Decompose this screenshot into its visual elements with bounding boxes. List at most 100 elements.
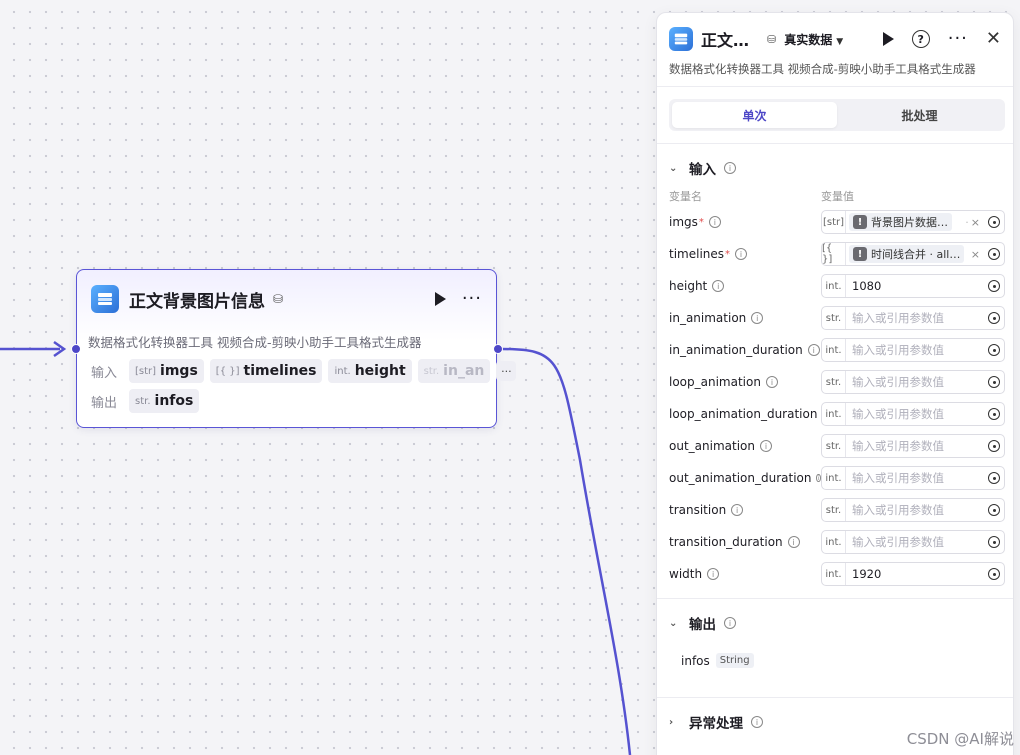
info-icon: i	[712, 280, 725, 292]
param-value-in-animation-duration[interactable]: int. 输入或引用参数值	[821, 338, 1005, 362]
panel-description: 数据格式化转换器工具 视频合成-剪映小助手工具格式生成器	[669, 62, 976, 76]
panel-app-icon	[669, 27, 693, 51]
node-more-icon[interactable]: ···	[462, 290, 482, 308]
param-name: imgs * i	[669, 215, 821, 229]
clear-icon[interactable]: ×	[971, 248, 980, 261]
param-value-out-animation-duration[interactable]: int. 输入或引用参数值	[821, 466, 1005, 490]
variable-picker-icon[interactable]	[984, 280, 1004, 292]
panel-title: 正文…	[701, 31, 750, 50]
param-value-timelines[interactable]: [{ }] ! 时间线合并 · all… ×	[821, 242, 1005, 266]
node-title: 正文背景图片信息	[129, 291, 265, 312]
variable-picker-icon[interactable]	[984, 472, 1004, 484]
exception-section-title: 异常处理	[689, 716, 743, 732]
close-icon[interactable]: ✕	[986, 30, 1001, 48]
output-name: infos	[681, 653, 710, 668]
param-name: in_animation i	[669, 311, 821, 325]
info-icon: i	[751, 716, 763, 728]
help-icon[interactable]: ?	[911, 30, 930, 48]
type-badge: [str]	[822, 211, 846, 233]
type-badge: int.	[822, 467, 846, 489]
variable-picker-icon[interactable]	[984, 568, 1004, 580]
node-settings-panel: 正文… ⛁ 真实数据 ▼ ? ··· ✕ 数据格式化转换器工具 视频合成-剪映小助…	[656, 12, 1014, 755]
run-mode-tabs: 单次 批处理	[669, 99, 1005, 131]
more-inputs-icon[interactable]: ···	[496, 361, 517, 381]
node-output-label: 输出	[91, 395, 118, 411]
param-name: in_animation_duration i	[669, 343, 821, 357]
type-badge: str.	[822, 307, 846, 329]
column-header-name: 变量名	[669, 190, 702, 203]
info-icon: i	[807, 344, 820, 356]
reference-chip: ! 背景图片数据…	[849, 213, 952, 231]
info-icon: i	[787, 536, 800, 548]
variable-picker-icon[interactable]	[984, 440, 1004, 452]
param-row-transition: transition i str. 输入或引用参数值	[669, 497, 1005, 523]
chevron-down-icon: ⌄	[669, 617, 678, 629]
param-value-transition-duration[interactable]: int. 输入或引用参数值	[821, 530, 1005, 554]
data-mode-select[interactable]: 真实数据 ▼	[784, 31, 843, 48]
variable-picker-icon[interactable]	[984, 344, 1004, 356]
variable-picker-icon[interactable]	[984, 248, 1004, 260]
param-row-out-animation-duration: out_animation_duration i int. 输入或引用参数值	[669, 465, 1005, 491]
type-badge: str.	[822, 499, 846, 521]
info-icon: i	[765, 376, 778, 388]
param-input: 1920	[852, 567, 882, 581]
param-value-height[interactable]: int. 1080	[821, 274, 1005, 298]
info-icon: i	[724, 162, 736, 174]
info-icon: i	[708, 216, 721, 228]
tab-single[interactable]: 单次	[672, 102, 837, 128]
chevron-down-icon: ▼	[836, 36, 844, 47]
param-row-loop-animation-duration: loop_animation_duration int. 输入或引用参数值	[669, 401, 1005, 427]
separator-dot: ·	[965, 215, 969, 229]
node-input-port[interactable]	[71, 344, 81, 354]
clear-icon[interactable]: ×	[971, 216, 980, 229]
type-badge: str.	[822, 435, 846, 457]
param-value-width[interactable]: int. 1920	[821, 562, 1005, 586]
warning-icon: !	[853, 247, 867, 261]
param-value-in-animation[interactable]: str. 输入或引用参数值	[821, 306, 1005, 330]
type-badge: int.	[822, 275, 846, 297]
param-value-imgs[interactable]: [str] ! 背景图片数据… · ×	[821, 210, 1005, 234]
param-row-timelines: timelines * i [{ }] ! 时间线合并 · all… ×	[669, 241, 1005, 267]
param-input: 输入或引用参数值	[852, 311, 944, 325]
variable-picker-icon[interactable]	[984, 216, 1004, 228]
info-icon: i	[735, 248, 748, 260]
param-value-out-animation[interactable]: str. 输入或引用参数值	[821, 434, 1005, 458]
param-row-in-animation-duration: in_animation_duration i int. 输入或引用参数值	[669, 337, 1005, 363]
plugin-node[interactable]: 正文背景图片信息 ⛁ ··· 数据格式化转换器工具 视频合成-剪映小助手工具格式…	[76, 269, 517, 428]
param-row-imgs: imgs * i [str] ! 背景图片数据… · ×	[669, 209, 1005, 235]
warning-icon: !	[853, 215, 867, 229]
type-badge: int.	[822, 403, 846, 425]
param-value-loop-animation[interactable]: str. 输入或引用参数值	[821, 370, 1005, 394]
param-input: 输入或引用参数值	[852, 471, 944, 485]
exception-section-header[interactable]: › 异常处理 i	[669, 712, 763, 732]
variable-picker-icon[interactable]	[984, 376, 1004, 388]
plugin-badge-icon: ⛁	[273, 292, 284, 306]
output-item-infos: infos String	[681, 653, 754, 668]
info-icon: i	[731, 504, 744, 516]
param-input: 输入或引用参数值	[852, 535, 944, 549]
param-row-in-animation: in_animation i str. 输入或引用参数值	[669, 305, 1005, 331]
variable-picker-icon[interactable]	[984, 504, 1004, 516]
param-name: timelines * i	[669, 247, 821, 261]
run-test-icon[interactable]	[882, 32, 894, 46]
divider	[657, 598, 1013, 599]
output-section-header[interactable]: ⌄ 输出 i	[669, 613, 736, 633]
variable-picker-icon[interactable]	[984, 408, 1004, 420]
run-node-icon[interactable]	[434, 292, 446, 306]
type-badge: int.	[822, 531, 846, 553]
param-row-out-animation: out_animation i str. 输入或引用参数值	[669, 433, 1005, 459]
required-mark: *	[698, 216, 704, 228]
node-output-port[interactable]	[493, 344, 503, 354]
tab-batch[interactable]: 批处理	[837, 102, 1002, 128]
input-section-header[interactable]: ⌄ 输入 i	[669, 158, 736, 178]
divider	[657, 143, 1013, 144]
reference-chip: ! 时间线合并 · all…	[849, 245, 965, 263]
input-tag-imgs: [str] imgs	[129, 359, 204, 383]
variable-picker-icon[interactable]	[984, 536, 1004, 548]
param-value-transition[interactable]: str. 输入或引用参数值	[821, 498, 1005, 522]
param-value-loop-animation-duration[interactable]: int. 输入或引用参数值	[821, 402, 1005, 426]
panel-more-icon[interactable]: ···	[948, 30, 968, 48]
type-badge: [{ }]	[822, 243, 846, 265]
type-badge: int.	[822, 563, 846, 585]
variable-picker-icon[interactable]	[984, 312, 1004, 324]
